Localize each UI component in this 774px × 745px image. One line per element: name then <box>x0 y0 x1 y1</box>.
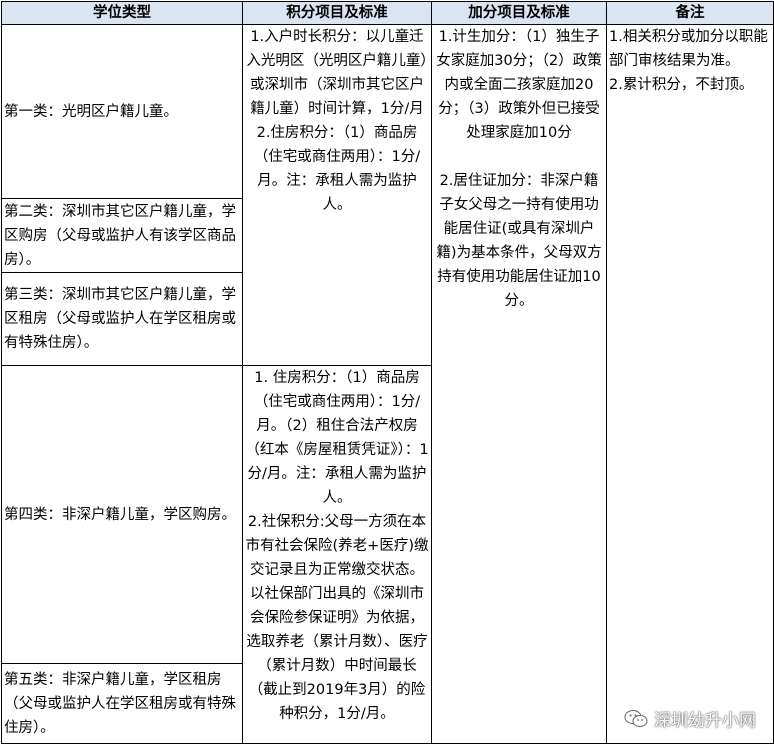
category-1: 第一类：光明区户籍儿童。 <box>1 24 243 199</box>
admission-criteria-table: 学位类型 积分项目及标准 加分项目及标准 备注 第一类：光明区户籍儿童。 1.入… <box>1 1 774 744</box>
category-2: 第二类：深圳市其它区户籍儿童，学区购房（父母或监护人有该学区商品房）。 <box>1 198 243 273</box>
points-item: 2.住房积分：（1）商品房（住宅或商住两用）：1分/月。注：承租人需为监护人。 <box>253 125 421 213</box>
bonus-item: 2.居住证加分：非深户籍子女父母之一持有使用功能居住证(或具有深圳户籍)为基本条… <box>436 173 602 309</box>
points-item: 2.社保积分:父母一方须在本市有社会保险(养老+医疗)缴交记录且为正常缴交状态。… <box>245 514 429 722</box>
header-row: 学位类型 积分项目及标准 加分项目及标准 备注 <box>1 1 774 25</box>
header-category: 学位类型 <box>1 1 243 25</box>
bonus-item: 1.计生加分：（1）独生子女家庭加30分；（2）政策内或全面二孩家庭加20分；（… <box>436 29 602 141</box>
remarks-cell: 1.相关积分或加分以职能部门审核结果为准。 2.累计积分，不封顶。 <box>606 24 774 744</box>
header-bonus: 加分项目及标准 <box>431 1 607 25</box>
category-4: 第四类：非深户籍儿童，学区购房。 <box>1 365 243 664</box>
points-cell-top: 1.入户时长积分：以儿童迁入光明区（光明区户籍儿童）或深圳市（深圳市其它区户籍儿… <box>242 24 432 366</box>
category-3: 第三类：深圳市其它区户籍儿童，学区租房（父母或监护人在学区租房或有特殊住房）。 <box>1 272 243 366</box>
points-item: 1. 住房积分：（1）商品房（住宅或商住两用）：1分/月。（2）租住合法产权房（… <box>245 370 429 506</box>
watermark-text: 深圳幼升小网 <box>654 711 756 731</box>
remark-item: 1.相关积分或加分以职能部门审核结果为准。 <box>609 29 768 69</box>
table-row: 第一类：光明区户籍儿童。 1.入户时长积分：以儿童迁入光明区（光明区户籍儿童）或… <box>1 24 774 744</box>
category-5: 第五类：非深户籍儿童，学区租房（父母或监护人在学区租房或有特殊住房）。 <box>1 663 243 744</box>
watermark: 深圳幼升小网 <box>624 706 756 731</box>
remark-item: 2.累计积分，不封顶。 <box>609 77 754 93</box>
points-item: 1.入户时长积分：以儿童迁入光明区（光明区户籍儿童）或深圳市（深圳市其它区户籍儿… <box>246 29 428 117</box>
header-points: 积分项目及标准 <box>242 1 432 25</box>
bonus-cell: 1.计生加分：（1）独生子女家庭加30分；（2）政策内或全面二孩家庭加20分；（… <box>431 24 607 744</box>
header-remarks: 备注 <box>606 1 774 25</box>
points-cell-bottom: 1. 住房积分：（1）商品房（住宅或商住两用）：1分/月。（2）租住合法产权房（… <box>242 365 432 744</box>
wechat-icon <box>624 709 648 727</box>
